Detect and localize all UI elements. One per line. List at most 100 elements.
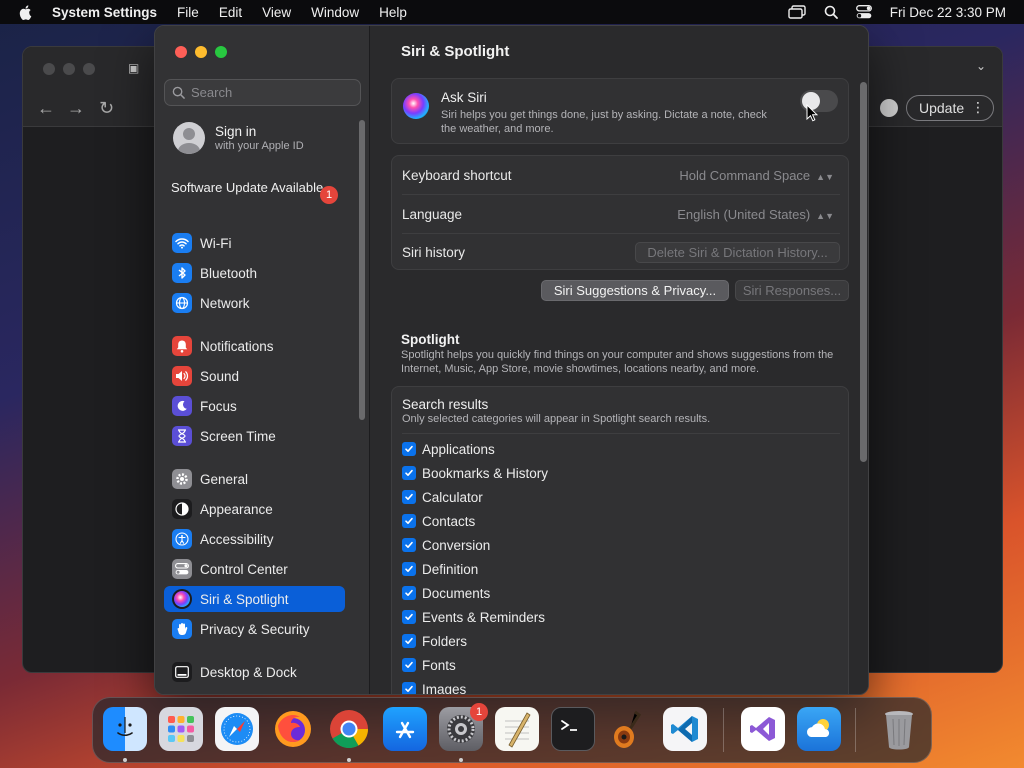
ask-siri-description: Siri helps you get things done, just by …	[441, 109, 767, 135]
category-definition[interactable]: Definition	[402, 559, 478, 579]
sidebar-search-field[interactable]	[164, 79, 361, 106]
firefox-icon[interactable]	[271, 707, 315, 751]
sidebar-item-desktop-dock[interactable]: Desktop & Dock	[164, 659, 345, 685]
sidebar-item-notifications[interactable]: Notifications	[164, 333, 345, 359]
checkbox-checked[interactable]	[402, 538, 416, 552]
checkbox-checked[interactable]	[402, 658, 416, 672]
language-popup[interactable]: English (United States) ▲▼	[677, 207, 834, 222]
safari-icon[interactable]	[215, 707, 259, 751]
weather-icon[interactable]	[797, 707, 841, 751]
chrome-icon[interactable]	[327, 707, 371, 751]
browser-minimize-button[interactable]	[63, 63, 75, 75]
siri-suggestions-privacy-button[interactable]: Siri Suggestions & Privacy...	[541, 280, 729, 301]
forward-arrow-icon[interactable]: →	[67, 99, 85, 117]
category-label: Calculator	[422, 489, 483, 505]
checkbox-checked[interactable]	[402, 586, 416, 600]
sidebar-item-wifi[interactable]: Wi-Fi	[164, 230, 345, 256]
textedit-icon[interactable]	[495, 707, 539, 751]
checkbox-checked[interactable]	[402, 490, 416, 504]
keyboard-shortcut-popup[interactable]: Hold Command Space ▲▼	[679, 168, 834, 183]
app-name-menu[interactable]: System Settings	[52, 5, 157, 20]
tab-list-chevron-icon[interactable]: ⌄	[976, 59, 986, 73]
globe-icon	[172, 293, 192, 313]
sidebar-item-focus[interactable]: Focus	[164, 393, 345, 419]
app-store-icon[interactable]	[383, 707, 427, 751]
sidebar-item-bluetooth[interactable]: Bluetooth	[164, 260, 345, 286]
category-documents[interactable]: Documents	[402, 583, 490, 603]
checkbox-checked[interactable]	[402, 514, 416, 528]
profile-avatar-icon[interactable]	[880, 99, 898, 117]
category-contacts[interactable]: Contacts	[402, 511, 475, 531]
sidebar-item-screen-time[interactable]: Screen Time	[164, 423, 345, 449]
category-folders[interactable]: Folders	[402, 631, 467, 651]
sidebar-item-privacy-security[interactable]: Privacy & Security	[164, 616, 345, 642]
sidebar-item-label: Privacy & Security	[200, 621, 310, 637]
terminal-icon[interactable]	[551, 707, 595, 751]
more-options-icon[interactable]: ⋮	[971, 99, 985, 116]
trash-icon[interactable]	[877, 707, 921, 751]
sidebar-item-network[interactable]: Network	[164, 290, 345, 316]
delete-siri-history-button[interactable]: Delete Siri & Dictation History...	[635, 242, 840, 263]
category-events-reminders[interactable]: Events & Reminders	[402, 607, 545, 627]
checkbox-checked[interactable]	[402, 442, 416, 456]
checkbox-checked[interactable]	[402, 562, 416, 576]
ask-siri-panel: Ask Siri Siri helps you get things done,…	[391, 78, 849, 144]
screen-mirroring-icon[interactable]	[788, 5, 806, 19]
category-bookmarks-history[interactable]: Bookmarks & History	[402, 463, 548, 483]
appearance-icon	[172, 499, 192, 519]
browser-update-button[interactable]: Update ⋮	[906, 95, 994, 121]
category-label: Conversion	[422, 537, 491, 553]
minimize-window-button[interactable]	[195, 46, 207, 58]
back-arrow-icon[interactable]: ←	[37, 99, 55, 117]
finder-icon[interactable]	[103, 707, 147, 751]
sidebar-item-accessibility[interactable]: Accessibility	[164, 526, 345, 552]
siri-icon	[172, 589, 192, 609]
menu-edit[interactable]: Edit	[219, 5, 242, 20]
sidebar-item-sound[interactable]: Sound	[164, 363, 345, 389]
sidebar-item-label: Bluetooth	[200, 265, 258, 281]
vscode-icon[interactable]	[663, 707, 707, 751]
system-settings-window: Sign in with your Apple ID Software Upda…	[154, 25, 869, 695]
menu-file[interactable]: File	[177, 5, 199, 20]
popup-arrows-icon: ▲▼	[816, 171, 834, 182]
category-fonts[interactable]: Fonts	[402, 655, 456, 675]
browser-close-button[interactable]	[43, 63, 55, 75]
visual-studio-icon[interactable]	[741, 707, 785, 751]
zoom-window-button[interactable]	[215, 46, 227, 58]
content-scrollbar[interactable]	[860, 82, 867, 462]
sidebar-scrollbar[interactable]	[359, 120, 365, 420]
close-window-button[interactable]	[175, 46, 187, 58]
software-update-item[interactable]: Software Update Available	[171, 180, 341, 196]
siri-responses-button[interactable]: Siri Responses...	[735, 280, 849, 301]
search-input[interactable]	[191, 85, 351, 100]
apple-id-signin[interactable]: Sign in with your Apple ID	[173, 122, 304, 154]
running-indicator	[347, 758, 351, 762]
browser-zoom-button[interactable]	[83, 63, 95, 75]
checkbox-checked[interactable]	[402, 610, 416, 624]
dock-icon	[172, 662, 192, 682]
sidebar-item-control-center[interactable]: Control Center	[164, 556, 345, 582]
menu-view[interactable]: View	[262, 5, 291, 20]
category-images[interactable]: Images	[402, 679, 466, 694]
reload-icon[interactable]: ↻	[99, 99, 114, 117]
settings-sidebar: Sign in with your Apple ID Software Upda…	[155, 26, 370, 694]
checkbox-checked[interactable]	[402, 682, 416, 694]
menu-window[interactable]: Window	[311, 5, 359, 20]
category-label: Fonts	[422, 657, 456, 673]
checkbox-checked[interactable]	[402, 466, 416, 480]
checkbox-checked[interactable]	[402, 634, 416, 648]
category-conversion[interactable]: Conversion	[402, 535, 490, 555]
launchpad-icon[interactable]	[159, 707, 203, 751]
category-applications[interactable]: Applications	[402, 439, 495, 459]
sidebar-item-general[interactable]: General	[164, 466, 345, 492]
spotlight-search-icon[interactable]	[824, 5, 838, 19]
apple-menu-icon[interactable]	[18, 4, 34, 20]
sidebar-item-appearance[interactable]: Appearance	[164, 496, 345, 522]
control-center-icon[interactable]	[855, 5, 872, 19]
category-calculator[interactable]: Calculator	[402, 487, 483, 507]
siri-logo-icon	[403, 93, 429, 119]
menubar-clock[interactable]: Fri Dec 22 3:30 PM	[890, 5, 1006, 20]
sidebar-item-siri-spotlight[interactable]: Siri & Spotlight	[164, 586, 345, 612]
menu-help[interactable]: Help	[379, 5, 407, 20]
garageband-icon[interactable]	[607, 707, 651, 751]
